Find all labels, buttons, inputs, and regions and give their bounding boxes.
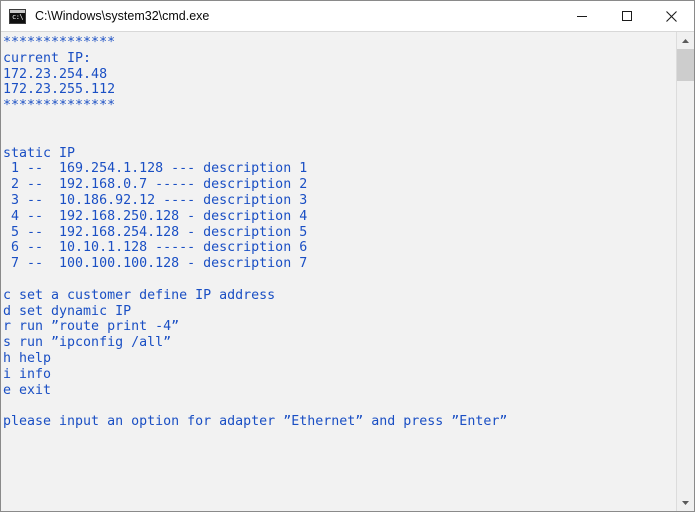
scroll-up-arrow-icon — [682, 38, 689, 43]
client-area: ************** current IP: 172.23.254.48… — [1, 32, 694, 511]
scrollbar-up-button[interactable] — [677, 32, 694, 49]
scroll-down-arrow-icon — [682, 500, 689, 505]
cmd-console-icon: c:\ — [9, 8, 26, 24]
maximize-button[interactable] — [604, 1, 649, 31]
maximize-icon — [621, 11, 632, 21]
scrollbar-track[interactable] — [677, 49, 694, 494]
window-controls — [559, 1, 694, 31]
minimize-button[interactable] — [559, 1, 604, 31]
scrollbar-thumb[interactable] — [677, 49, 694, 81]
window-title: C:\Windows\system32\cmd.exe — [35, 9, 210, 23]
cmd-icon-glyph: c:\ — [12, 12, 24, 21]
minimize-icon — [576, 16, 587, 17]
scrollbar-down-button[interactable] — [677, 494, 694, 511]
console-output-area[interactable]: ************** current IP: 172.23.254.48… — [1, 32, 676, 511]
vertical-scrollbar[interactable] — [676, 32, 694, 511]
cmd-window: c:\ C:\Windows\system32\cmd.exe ********… — [0, 0, 695, 512]
title-bar-left: c:\ C:\Windows\system32\cmd.exe — [1, 8, 559, 24]
title-bar[interactable]: c:\ C:\Windows\system32\cmd.exe — [1, 1, 694, 32]
close-icon — [666, 10, 677, 22]
console-text: ************** current IP: 172.23.254.48… — [3, 35, 508, 430]
close-button[interactable] — [649, 1, 694, 31]
